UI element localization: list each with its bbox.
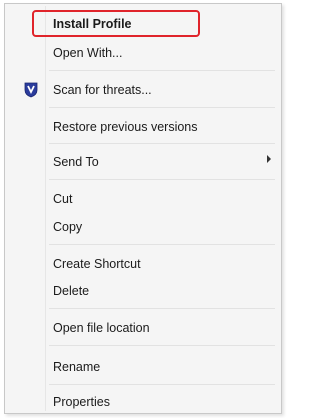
menu-separator — [49, 384, 275, 385]
menu-item-properties[interactable]: Properties — [53, 393, 110, 411]
menu-gutter-divider — [45, 6, 46, 411]
menu-separator — [49, 179, 275, 180]
menu-item-copy[interactable]: Copy — [53, 218, 82, 236]
menu-item-open-file-location[interactable]: Open file location — [53, 319, 150, 337]
menu-item-delete[interactable]: Delete — [53, 282, 89, 300]
arrow-right-icon — [267, 155, 271, 163]
menu-item-create-shortcut[interactable]: Create Shortcut — [53, 255, 141, 273]
menu-item-scan-for-threats[interactable]: Scan for threats... — [53, 81, 152, 99]
menu-separator — [49, 308, 275, 309]
menu-separator — [49, 107, 275, 108]
menu-separator — [49, 143, 275, 144]
menu-item-send-to[interactable]: Send To — [53, 153, 99, 171]
menu-separator — [49, 244, 275, 245]
menu-item-restore-previous-versions[interactable]: Restore previous versions — [53, 118, 198, 136]
menu-item-open-with[interactable]: Open With... — [53, 44, 122, 62]
menu-item-rename[interactable]: Rename — [53, 358, 100, 376]
shield-icon — [24, 82, 38, 98]
menu-separator — [49, 345, 275, 346]
menu-separator — [49, 70, 275, 71]
context-menu: Install Profile Open With... Scan for th… — [4, 3, 282, 414]
menu-item-install-profile[interactable]: Install Profile — [53, 15, 132, 33]
menu-item-cut[interactable]: Cut — [53, 190, 72, 208]
